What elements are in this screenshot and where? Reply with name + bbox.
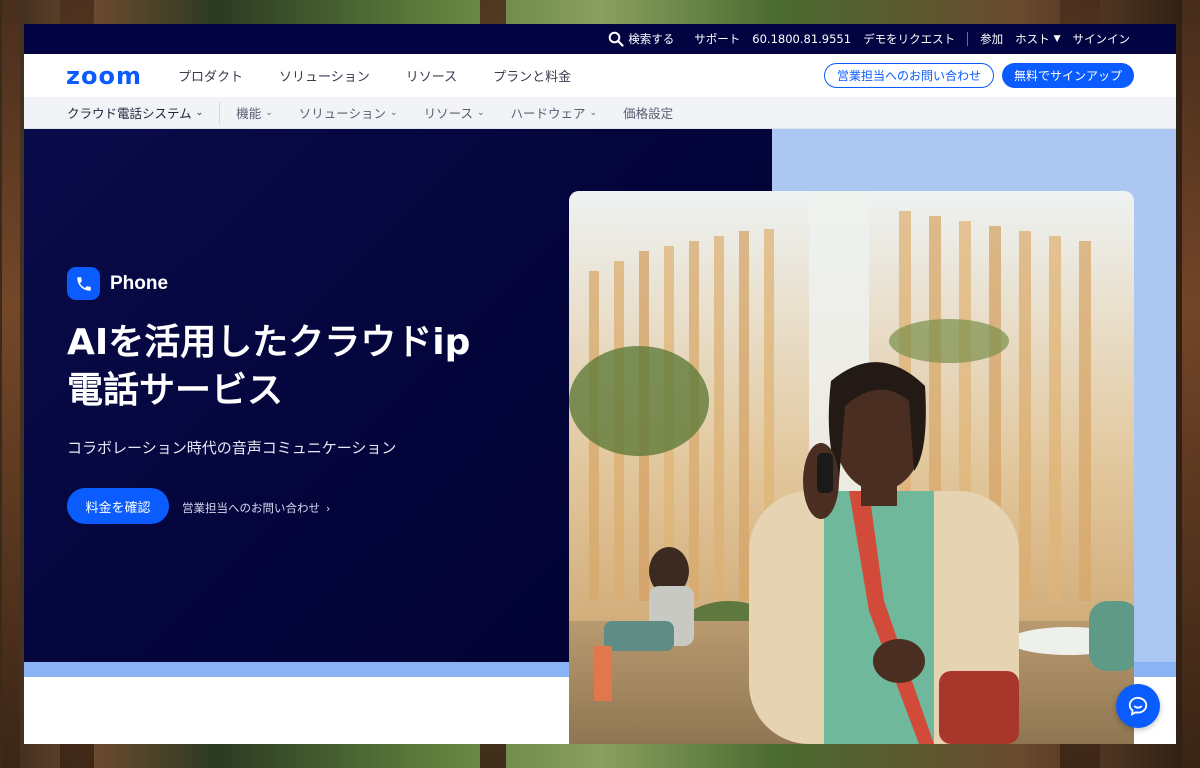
subnav-label: ハードウェア xyxy=(510,106,586,121)
nav-item-plans-pricing[interactable]: プランと料金 xyxy=(493,66,571,85)
hero-subtitle: コラボレーション時代の音声コミュニケーション xyxy=(67,439,397,457)
subnav-label: クラウド電話システム xyxy=(67,106,192,121)
subnav-item-cloud-phone[interactable]: クラウド電話システム ⌄ xyxy=(67,103,203,122)
phone-icon xyxy=(67,267,100,300)
request-demo-link[interactable]: デモをリクエスト xyxy=(863,31,955,47)
hero-photo xyxy=(569,191,1134,744)
chat-button[interactable] xyxy=(1116,684,1160,728)
subnav-item-features[interactable]: 機能 ⌄ xyxy=(236,103,273,122)
signin-link[interactable]: サインイン xyxy=(1073,31,1131,47)
subnav-divider xyxy=(219,101,221,124)
browser-page: 検索する サポート 60.1800.81.9551 デモをリクエスト 参加 ホス… xyxy=(24,24,1176,744)
nav-item-products[interactable]: プロダクト xyxy=(178,66,243,85)
subnav-item-hardware[interactable]: ハードウェア ⌄ xyxy=(511,103,598,122)
product-badge: Phone xyxy=(67,267,168,300)
signup-free-button[interactable]: 無料でサインアップ xyxy=(1001,63,1134,88)
chevron-down-icon: ⌄ xyxy=(390,107,398,118)
chevron-down-icon: ⌄ xyxy=(476,107,485,118)
nav-item-solutions[interactable]: ソリューション xyxy=(279,66,370,85)
contact-sales-link-label: 営業担当へのお問い合わせ xyxy=(182,501,320,515)
support-link[interactable]: サポート xyxy=(694,31,740,47)
hero-photo-illustration xyxy=(569,191,1134,744)
nav-item-resources[interactable]: リソース xyxy=(406,66,457,85)
view-pricing-button[interactable]: 料金を確認 xyxy=(67,488,169,524)
topbar-divider xyxy=(967,32,969,46)
background-tree-trunk xyxy=(2,0,20,768)
search-icon xyxy=(608,31,624,47)
contact-sales-link[interactable]: 営業担当へのお問い合わせ › xyxy=(182,500,330,516)
chevron-down-icon: ⌄ xyxy=(195,107,204,118)
search-link[interactable]: 検索する xyxy=(608,31,674,47)
product-subnav: クラウド電話システム ⌄ 機能 ⌄ ソリューション ⌄ リソース ⌄ ハードウェ… xyxy=(24,97,1176,129)
headline-line-2: 電話サービス xyxy=(67,370,284,411)
utility-bar: 検索する サポート 60.1800.81.9551 デモをリクエスト 参加 ホス… xyxy=(24,24,1176,54)
headline-line-1: AIを活用したクラウドip xyxy=(67,322,471,363)
chevron-down-icon: ⌄ xyxy=(589,107,598,118)
chevron-down-icon: ▼ xyxy=(1053,34,1061,44)
hero-headline: AIを活用したクラウドip 電話サービス xyxy=(67,319,547,415)
subnav-label: リソース xyxy=(423,106,473,121)
chat-bubble-icon xyxy=(1128,696,1148,716)
subnav-label: 機能 xyxy=(236,106,262,121)
subnav-item-pricing[interactable]: 価格設定 xyxy=(623,103,673,122)
phone-number-link[interactable]: 60.1800.81.9551 xyxy=(752,32,851,46)
subnav-label: ソリューション xyxy=(298,106,387,121)
contact-sales-button[interactable]: 営業担当へのお問い合わせ xyxy=(823,63,994,88)
subnav-item-solutions[interactable]: ソリューション ⌄ xyxy=(299,103,398,122)
background-tree-trunk xyxy=(1182,0,1200,768)
host-label: ホスト xyxy=(1015,32,1050,46)
nav-buttons: 営業担当へのお問い合わせ 無料でサインアップ xyxy=(823,63,1134,88)
main-navigation: zoom プロダクト ソリューション リソース プランと料金 営業担当へのお問い… xyxy=(24,54,1176,97)
hero-section: Phone AIを活用したクラウドip 電話サービス コラボレーション時代の音声… xyxy=(24,129,1176,744)
zoom-logo[interactable]: zoom xyxy=(66,62,142,90)
join-link[interactable]: 参加 xyxy=(980,31,1003,47)
host-menu[interactable]: ホスト ▼ xyxy=(1015,31,1060,47)
product-label: Phone xyxy=(110,272,169,294)
search-label: 検索する xyxy=(628,32,675,46)
subnav-item-resources[interactable]: リソース ⌄ xyxy=(424,103,485,122)
chevron-down-icon: ⌄ xyxy=(265,107,273,118)
chevron-right-icon: › xyxy=(326,501,331,515)
